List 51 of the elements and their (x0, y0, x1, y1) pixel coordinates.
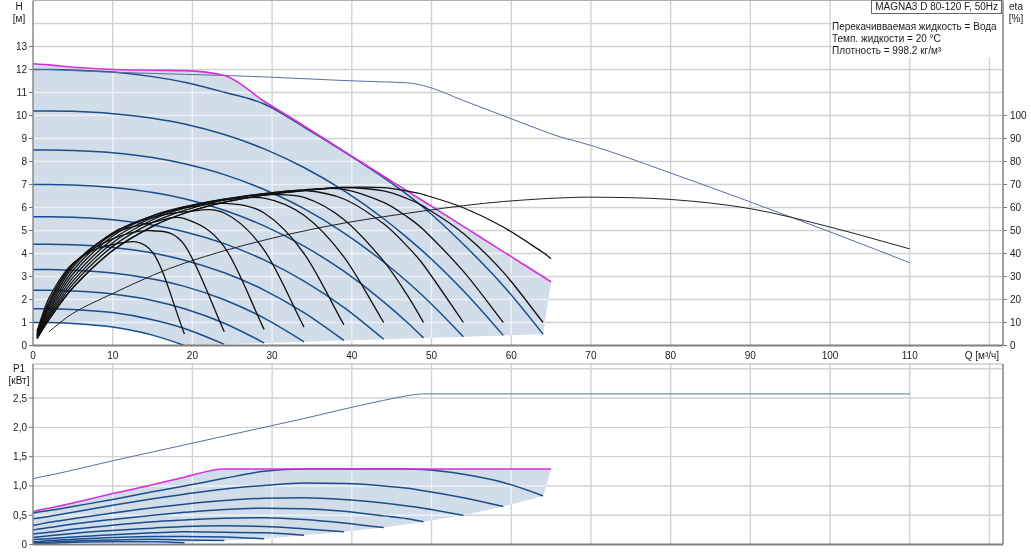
y-axis-title: P1 [кВт] (8, 363, 30, 387)
y-tick-label: 7 (21, 179, 27, 190)
x-tick-label: 60 (505, 349, 517, 361)
x-tick-label: 110 (901, 349, 918, 361)
x-axis-title: Q [м³/ч] (964, 349, 999, 361)
fluid-info-text: Темп. жидкости = 20 °C (832, 33, 942, 45)
x-tick-label: 50 (425, 349, 438, 361)
y-tick-label: 4 (21, 248, 27, 259)
y2-tick-label: 100 (1010, 110, 1027, 121)
fluid-info-text: Перекачивваемая жидкость = Вода (832, 21, 998, 33)
y-tick-label: 1 (21, 317, 27, 328)
y-axis-title: H [м] (12, 1, 26, 25)
x-tick-label: 30 (266, 349, 278, 361)
y2-tick-label: 10 (1010, 317, 1022, 328)
y-tick-label: 2 (21, 294, 27, 305)
y-tick-label: 8 (21, 156, 27, 167)
y-tick-label: 6 (21, 202, 27, 213)
y-tick-label: 10 (15, 110, 27, 121)
x-tick-label: 40 (346, 349, 358, 361)
y-tick-label: 5 (21, 225, 27, 236)
x-tick-label: 90 (744, 349, 756, 361)
y-tick-label: 0 (21, 340, 27, 351)
y-tick-label: 9 (21, 133, 27, 144)
y-tick-label: 0 (21, 539, 27, 551)
y-tick-label: 13 (15, 41, 27, 52)
secondary-axis-title: eta [%] (1008, 1, 1024, 25)
y-tick-label: 2,5 (13, 392, 27, 404)
x-tick-label: 10 (107, 349, 119, 361)
pump-model-label: MAGNA3 D 80-120 F, 50Hz (871, 0, 1002, 14)
y-tick-label: 12 (15, 64, 27, 75)
y2-tick-label: 50 (1010, 225, 1022, 236)
y2-tick-label: 80 (1010, 156, 1022, 167)
y-tick-label: 1,0 (13, 480, 27, 492)
x-tick-label: 70 (585, 349, 597, 361)
y2-tick-label: 30 (1010, 271, 1022, 282)
y-tick-label: 11 (16, 87, 27, 98)
x-tick-label: 80 (665, 349, 677, 361)
x-tick-label: 100 (821, 349, 839, 361)
y2-tick-label: 90 (1010, 133, 1022, 144)
y2-tick-label: 0 (1010, 340, 1016, 351)
y-tick-label: 0,5 (13, 509, 27, 521)
y2-tick-label: 40 (1010, 248, 1022, 259)
y-tick-label: 1,5 (13, 451, 27, 463)
y2-tick-label: 60 (1010, 202, 1022, 213)
y2-tick-label: 70 (1010, 179, 1022, 190)
y-tick-label: 2,0 (13, 421, 27, 433)
y-tick-label: 3 (21, 271, 27, 282)
fluid-info-text: Плотность = 998.2 кг/м³ (832, 45, 943, 57)
x-tick-label: 0 (30, 349, 36, 361)
x-tick-label: 20 (186, 349, 198, 361)
y2-tick-label: 20 (1010, 294, 1022, 305)
